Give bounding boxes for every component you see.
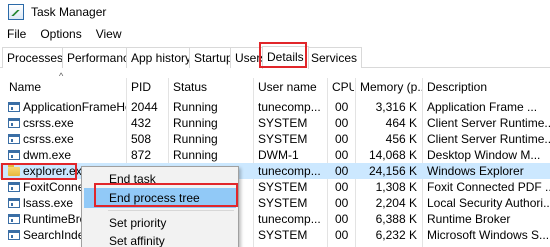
process-user: tunecomp... — [258, 212, 321, 226]
process-cpu: 00 — [335, 116, 349, 130]
window-app-icon — [8, 182, 20, 192]
tab-processes[interactable]: Processes — [2, 47, 69, 68]
process-description: Foxit Connected PDF ... — [427, 180, 550, 194]
process-memory: 24,156 K — [368, 164, 417, 178]
process-name: csrss.exe — [23, 132, 74, 146]
process-cpu: 00 — [335, 100, 349, 114]
process-memory: 14,068 K — [368, 148, 417, 162]
column-header-memory[interactable]: Memory (p... — [360, 80, 422, 95]
menu-item-end-task[interactable]: End task — [84, 169, 236, 189]
process-user: DWM-1 — [258, 148, 299, 162]
process-user: tunecomp... — [258, 100, 321, 114]
process-name: lsass.exe — [23, 196, 74, 210]
menu-item-end-process-tree[interactable]: End process tree — [84, 188, 236, 208]
process-pid: 432 — [131, 116, 152, 130]
process-memory: 456 K — [385, 132, 417, 146]
process-memory: 1,308 K — [375, 180, 417, 194]
process-user: SYSTEM — [258, 196, 308, 210]
process-user: SYSTEM — [258, 180, 308, 194]
table-row[interactable]: csrss.exe 508 Running SYSTEM 00 456 K Cl… — [0, 131, 550, 147]
tab-app-history[interactable]: App history — [126, 47, 197, 68]
process-name: RuntimeBroke — [23, 212, 83, 226]
menu-bar: File Options View — [0, 25, 129, 43]
column-header-status[interactable]: Status — [173, 80, 249, 95]
process-description: Desktop Window M... — [427, 148, 541, 162]
column-header-user-name[interactable]: User name — [258, 80, 324, 95]
task-manager-icon — [8, 4, 24, 20]
process-description: Local Security Authori... — [427, 196, 550, 210]
process-description: Client Server Runtime... — [427, 116, 550, 130]
process-name: SearchIndexe — [23, 228, 83, 242]
process-description: Runtime Broker — [427, 212, 511, 226]
process-cpu: 00 — [335, 148, 349, 162]
process-memory: 6,388 K — [375, 212, 417, 226]
process-memory: 3,316 K — [375, 100, 417, 114]
context-menu: End task End process tree Set priority S… — [81, 166, 239, 247]
table-row[interactable]: ApplicationFrameHo... 2044 Running tunec… — [0, 99, 550, 115]
process-cpu: 00 — [335, 228, 349, 242]
process-user: SYSTEM — [258, 132, 308, 146]
table-header: Name PID Status User name CPU Memory (p.… — [0, 80, 550, 95]
window-title: Task Manager — [31, 5, 107, 19]
process-cpu: 00 — [335, 212, 349, 226]
menu-options[interactable]: Options — [33, 27, 88, 41]
process-name: ApplicationFrameHo... — [23, 100, 126, 114]
process-memory: 464 K — [385, 116, 417, 130]
table-row[interactable]: csrss.exe 432 Running SYSTEM 00 464 K Cl… — [0, 115, 550, 131]
window-app-icon — [8, 134, 20, 144]
menu-item-set-affinity[interactable]: Set affinity — [84, 231, 236, 247]
process-pid: 872 — [131, 148, 152, 162]
window-app-icon — [8, 150, 20, 160]
menu-file[interactable]: File — [0, 27, 33, 41]
folder-icon — [8, 165, 20, 176]
process-name: dwm.exe — [23, 148, 72, 162]
window-app-icon — [8, 214, 20, 224]
process-description: Application Frame ... — [427, 100, 538, 114]
window-app-icon — [8, 230, 20, 240]
process-name: csrss.exe — [23, 116, 74, 130]
menu-item-set-priority[interactable]: Set priority — [84, 213, 236, 233]
process-user: SYSTEM — [258, 116, 308, 130]
process-status: Running — [173, 132, 218, 146]
column-header-name[interactable]: Name — [9, 80, 119, 95]
process-cpu: 00 — [335, 180, 349, 194]
process-cpu: 00 — [335, 164, 349, 178]
window-app-icon — [8, 102, 20, 112]
tab-details[interactable]: Details — [262, 46, 309, 69]
process-user: tunecomp... — [258, 164, 321, 178]
column-header-pid[interactable]: PID — [131, 80, 165, 95]
menu-separator — [108, 210, 234, 211]
process-description: Microsoft Windows S... — [427, 228, 550, 242]
process-cpu: 00 — [335, 196, 349, 210]
window-app-icon — [8, 198, 20, 208]
window-app-icon — [8, 118, 20, 128]
process-name: FoxitConnect — [23, 180, 83, 194]
process-description: Windows Explorer — [427, 164, 524, 178]
process-status: Running — [173, 116, 218, 130]
process-description: Client Server Runtime... — [427, 132, 550, 146]
process-status: Running — [173, 100, 218, 114]
column-header-cpu[interactable]: CPU — [332, 80, 354, 95]
process-memory: 6,232 K — [375, 228, 417, 242]
process-status: Running — [173, 148, 218, 162]
process-pid: 2044 — [131, 100, 158, 114]
title-bar: Task Manager — [0, 0, 550, 24]
process-user: SYSTEM — [258, 228, 308, 242]
process-memory: 2,204 K — [375, 196, 417, 210]
tab-strip: Processes Performance App history Startu… — [0, 46, 550, 69]
tab-services[interactable]: Services — [306, 47, 363, 68]
table-row[interactable]: dwm.exe 872 Running DWM-1 00 14,068 K De… — [0, 147, 550, 163]
process-cpu: 00 — [335, 132, 349, 146]
menu-view[interactable]: View — [89, 27, 129, 41]
process-pid: 508 — [131, 132, 152, 146]
column-header-description[interactable]: Description — [427, 80, 547, 95]
